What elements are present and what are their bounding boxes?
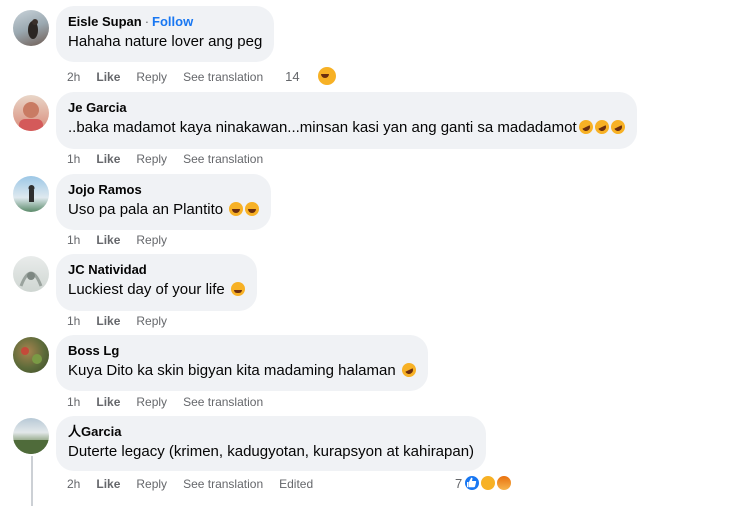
like-button[interactable]: Like (96, 313, 120, 329)
reply-button[interactable]: Reply (136, 69, 167, 85)
like-button[interactable]: Like (96, 394, 120, 410)
comment-time[interactable]: 1h (67, 394, 80, 410)
comment-author-line: Eisle Supan · Follow (68, 14, 262, 30)
comment-author-line: Boss Lg (68, 343, 416, 359)
smile-emoji-icon (230, 282, 245, 296)
avatar[interactable] (13, 337, 49, 373)
avatar[interactable] (13, 10, 49, 46)
comment-author[interactable]: Boss Lg (68, 343, 119, 358)
comment-text-content: Luckiest day of your life (68, 281, 225, 298)
avatar-image-icon (19, 271, 43, 287)
reaction-count: 7 (455, 476, 463, 491)
grin-emoji-icon (245, 202, 260, 216)
edited-label[interactable]: Edited (279, 476, 313, 492)
reply-button[interactable]: Reply (136, 476, 167, 492)
comment-actions: 1h Like Reply See translation (67, 394, 279, 410)
avatar-image-icon (28, 19, 38, 39)
angry-reaction-icon (495, 474, 513, 492)
comment-time[interactable]: 1h (67, 232, 80, 248)
avatar[interactable] (13, 256, 49, 292)
comment-author-line: Jojo Ramos (68, 182, 259, 198)
comment-text: Luckiest day of your life (68, 280, 245, 300)
comment-bubble: Jojo Ramos Uso pa pala an Plantito (56, 174, 272, 230)
haha-reaction-icon (317, 67, 336, 85)
avatar[interactable] (13, 176, 49, 212)
rofl-emoji-icon (576, 117, 595, 137)
reply-thread-line (31, 456, 33, 506)
rofl-emoji-icon (592, 117, 611, 137)
comment-author[interactable]: Jojo Ramos (68, 182, 142, 197)
reaction-count: 14 (285, 69, 300, 84)
comment-time[interactable]: 2h (67, 69, 80, 85)
comment-bubble: Je Garcia ..baka madamot kaya ninakawan.… (56, 92, 637, 149)
comment-text: ..baka madamot kaya ninakawan...minsan k… (68, 117, 627, 138)
comment-text: Uso pa pala an Plantito (68, 200, 260, 220)
separator-dot: · (144, 14, 150, 29)
reply-button[interactable]: Reply (136, 313, 167, 329)
comment-actions: 2h Like Reply See translation 14 (67, 67, 368, 85)
comment-author[interactable]: JC Natividad (68, 262, 147, 277)
follow-button[interactable]: Follow (152, 14, 193, 29)
comment-actions: 1h Like Reply (67, 232, 183, 248)
comment-actions: 1h Like Reply (67, 313, 183, 329)
comment-time[interactable]: 1h (67, 151, 80, 167)
comment-text: Kuya Dito ka skin bigyan kita madaming h… (68, 360, 419, 381)
like-button[interactable]: Like (96, 151, 120, 167)
comment-text-content: ..baka madamot kaya ninakawan...minsan k… (68, 119, 577, 136)
avatar[interactable] (13, 418, 49, 454)
comment-author[interactable]: 人Garcia (68, 424, 121, 439)
see-translation-link[interactable]: See translation (183, 394, 263, 410)
comment-text: Hahaha nature lover ang peg (68, 33, 263, 50)
comment-time[interactable]: 1h (67, 313, 80, 329)
comment-author-line: 人Garcia (68, 424, 474, 440)
avatar-image-icon (19, 102, 43, 131)
comment-bubble: JC Natividad Luckiest day of your life (56, 254, 257, 311)
rofl-emoji-icon (608, 117, 627, 137)
see-translation-link[interactable]: See translation (183, 476, 263, 492)
reply-button[interactable]: Reply (136, 394, 167, 410)
comment-author-line: Je Garcia (68, 100, 625, 116)
see-translation-link[interactable]: See translation (183, 69, 263, 85)
comment-bubble: Boss Lg Kuya Dito ka skin bigyan kita ma… (56, 335, 428, 391)
comment-text-content: Uso pa pala an Plantito (68, 201, 224, 218)
comment-actions: 2h Like Reply See translation Edited (67, 476, 329, 492)
like-button[interactable]: Like (96, 476, 120, 492)
avatar[interactable] (13, 95, 49, 131)
avatar-image-icon (28, 185, 35, 202)
comment-author[interactable]: Je Garcia (68, 100, 127, 115)
avatar-image-icon (13, 440, 49, 454)
grin-emoji-icon (229, 202, 244, 216)
comment-bubble: Eisle Supan · Follow Hahaha nature lover a… (56, 6, 275, 62)
like-button[interactable]: Like (96, 69, 120, 85)
reaction-summary[interactable]: 14 (285, 67, 351, 85)
comment-bubble: 人Garcia Duterte legacy (krimen, kadugyot… (56, 416, 487, 471)
like-button[interactable]: Like (96, 232, 120, 248)
reply-button[interactable]: Reply (136, 151, 167, 167)
comment-time[interactable]: 2h (67, 476, 80, 492)
avatar-image-icon (21, 347, 42, 364)
reaction-summary[interactable]: 7 (455, 474, 525, 496)
rofl-emoji-icon (399, 360, 419, 380)
comment-author[interactable]: Eisle Supan (68, 14, 142, 29)
comment-text-content: Kuya Dito ka skin bigyan kita madaming h… (68, 362, 396, 379)
comment-actions: 1h Like Reply See translation (67, 151, 279, 167)
comment-text: Duterte legacy (krimen, kadugyotan, kura… (68, 443, 475, 460)
reply-button[interactable]: Reply (136, 232, 167, 248)
comment-author-line: JC Natividad (68, 262, 245, 278)
see-translation-link[interactable]: See translation (183, 151, 263, 167)
